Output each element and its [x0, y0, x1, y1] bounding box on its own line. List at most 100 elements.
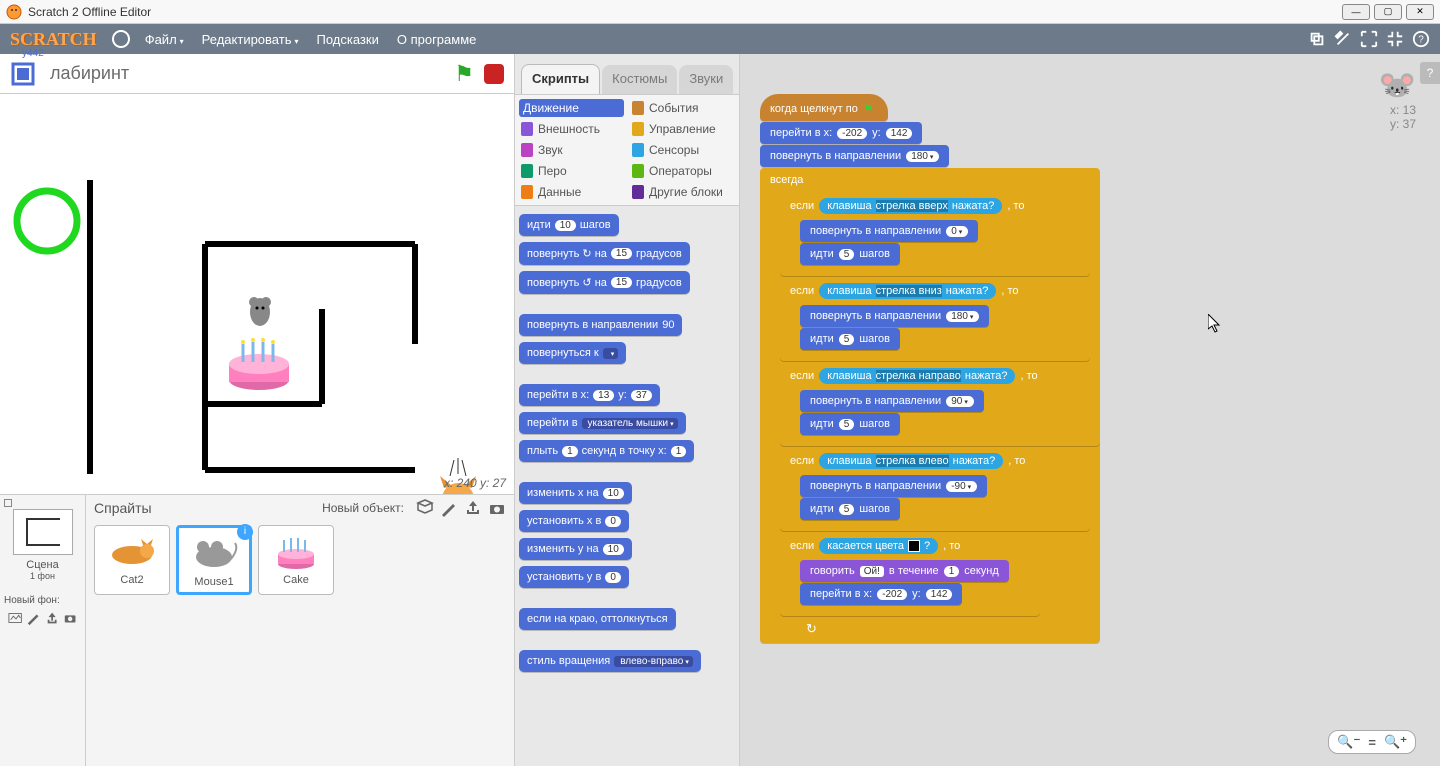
- minimize-button[interactable]: —: [1342, 4, 1370, 20]
- stage-coords: x: 240 y: 27: [444, 476, 506, 490]
- sprite-panel: Сцена 1 фон Новый фон: Спрайты Новый объ…: [0, 494, 514, 766]
- tab-costumes[interactable]: Костюмы: [602, 65, 677, 94]
- sprite-library-icon[interactable]: [416, 499, 434, 517]
- upload-backdrop-icon[interactable]: [45, 610, 59, 626]
- block-goto-xy[interactable]: перейти в x:13y:37: [519, 384, 660, 406]
- block-move-5a[interactable]: идти5шагов: [800, 243, 900, 265]
- green-flag-button[interactable]: ⚑: [454, 61, 474, 87]
- block-point-m90[interactable]: повернуть в направлении-90: [800, 475, 987, 497]
- stop-button[interactable]: [484, 64, 504, 84]
- backdrop-thumb[interactable]: [13, 509, 73, 555]
- block-turn-ccw[interactable]: повернуть ↺ на15градусов: [519, 271, 690, 294]
- c-if-up[interactable]: если клавишастрелка вверхнажата? , то по…: [780, 192, 1090, 276]
- menu-tips[interactable]: Подсказки: [317, 32, 379, 47]
- block-set-x[interactable]: установить x в0: [519, 510, 629, 532]
- block-move[interactable]: идти10шагов: [519, 214, 619, 236]
- block-change-x[interactable]: изменить x на10: [519, 482, 632, 504]
- script-area[interactable]: когда щелкнут по⚑ перейти в x:-202y:142 …: [740, 54, 1440, 766]
- category-Данные[interactable]: Данные: [519, 183, 624, 201]
- block-move-5c[interactable]: идти5шагов: [800, 413, 900, 435]
- category-Управление[interactable]: Управление: [630, 120, 735, 138]
- grow-icon[interactable]: [1360, 30, 1378, 48]
- paint-backdrop-icon[interactable]: [26, 610, 40, 626]
- category-Другие блоки[interactable]: Другие блоки: [630, 183, 735, 201]
- block-point-to[interactable]: повернуться к: [519, 342, 626, 364]
- upload-sprite-icon[interactable]: [464, 499, 482, 517]
- block-say[interactable]: говоритьОй!в течение1секунд: [800, 560, 1009, 582]
- app-icon: [6, 4, 22, 20]
- c-if-right[interactable]: если клавишастрелка направонажата? , то …: [780, 362, 1100, 446]
- category-Внешность[interactable]: Внешность: [519, 120, 624, 138]
- title-bar: Scratch 2 Offline Editor — ▢ ✕: [0, 0, 1440, 24]
- category-Перо[interactable]: Перо: [519, 162, 624, 180]
- category-Движение[interactable]: Движение: [519, 99, 624, 117]
- tab-sounds[interactable]: Звуки: [679, 65, 733, 94]
- camera-sprite-icon[interactable]: [488, 499, 506, 517]
- block-point-dir[interactable]: повернуть в направлении90: [519, 314, 682, 336]
- hat-when-flag[interactable]: когда щелкнут по⚑: [760, 94, 888, 121]
- sprite-cat2[interactable]: Cat2: [94, 525, 170, 595]
- c-forever[interactable]: всегда если клавишастрелка вверхнажата? …: [760, 168, 1100, 643]
- block-palette[interactable]: идти10шагов повернуть ↻ на15градусов пов…: [515, 206, 739, 758]
- cond-key-down[interactable]: клавишастрелка внизнажата?: [819, 283, 996, 299]
- block-rot-style[interactable]: стиль вращениявлево-вправо: [519, 650, 701, 672]
- menu-about[interactable]: О программе: [397, 32, 477, 47]
- category-Сенсоры[interactable]: Сенсоры: [630, 141, 735, 159]
- new-sprite-label: Новый объект:: [322, 501, 404, 515]
- block-goto[interactable]: перейти вуказатель мышки: [519, 412, 686, 434]
- sprite-mouse1[interactable]: iMouse1: [176, 525, 252, 595]
- paint-sprite-icon[interactable]: [440, 499, 458, 517]
- zoom-controls: 🔍⁻ = 🔍⁺: [1328, 730, 1416, 754]
- block-glide[interactable]: плыть1секунд в точку x:1: [519, 440, 694, 462]
- camera-backdrop-icon[interactable]: [63, 610, 77, 626]
- block-turn-cw[interactable]: повернуть ↻ на15градусов: [519, 242, 690, 265]
- c-if-down[interactable]: если клавишастрелка внизнажата? , то пов…: [780, 277, 1090, 361]
- language-icon[interactable]: [112, 30, 130, 48]
- category-Операторы[interactable]: Операторы: [630, 162, 735, 180]
- category-Звук[interactable]: Звук: [519, 141, 624, 159]
- block-point-0[interactable]: повернуть в направлении0: [800, 220, 978, 242]
- cond-key-right[interactable]: клавишастрелка направонажата?: [819, 368, 1015, 384]
- backdrop-library-icon[interactable]: [8, 610, 22, 626]
- block-bounce[interactable]: если на краю, оттолкнуться: [519, 608, 676, 630]
- c-if-left[interactable]: если клавишастрелка влевонажата? , то по…: [780, 447, 1090, 531]
- zoom-in-button[interactable]: 🔍⁺: [1384, 734, 1407, 750]
- tab-scripts[interactable]: Скрипты: [521, 64, 600, 94]
- sprite-info-icon[interactable]: i: [237, 524, 253, 540]
- menu-edit[interactable]: Редактировать▾: [202, 32, 299, 47]
- scratch-logo[interactable]: SCRATCH: [10, 29, 97, 50]
- maximize-button[interactable]: ▢: [1374, 4, 1402, 20]
- project-title[interactable]: лабиринт: [50, 63, 454, 84]
- stage[interactable]: x: 240 y: 27: [0, 94, 514, 494]
- zoom-out-button[interactable]: 🔍⁻: [1337, 734, 1360, 750]
- help-icon[interactable]: ?: [1412, 30, 1430, 48]
- stage-canvas: [0, 94, 514, 494]
- menu-file[interactable]: Файл▾: [145, 32, 184, 47]
- shrink-icon[interactable]: [1386, 30, 1404, 48]
- block-point-180[interactable]: повернуть в направлении180: [800, 305, 989, 327]
- c-if-touching[interactable]: если касается цвета? , то говоритьОй!в т…: [780, 532, 1040, 616]
- block-goto-xy-2[interactable]: перейти в x:-202y:142: [800, 583, 962, 605]
- cond-touching-color[interactable]: касается цвета?: [819, 538, 938, 554]
- block-change-y[interactable]: изменить y на10: [519, 538, 632, 560]
- block-move-5d[interactable]: идти5шагов: [800, 498, 900, 520]
- script-stack[interactable]: когда щелкнут по⚑ перейти в x:-202y:142 …: [760, 94, 1420, 643]
- app-title: Scratch 2 Offline Editor: [28, 5, 1342, 19]
- block-point-90[interactable]: повернуть в направлении90: [800, 390, 984, 412]
- cond-key-left[interactable]: клавишастрелка влевонажата?: [819, 453, 1003, 469]
- stage-header: y442 лабиринт ⚑: [0, 54, 514, 94]
- scene-label: Сцена: [4, 559, 81, 571]
- sprite-cake[interactable]: Cake: [258, 525, 334, 595]
- block-goto-xy-1[interactable]: перейти в x:-202y:142: [760, 122, 922, 144]
- fullscreen-icon[interactable]: [10, 61, 36, 87]
- close-button[interactable]: ✕: [1406, 4, 1434, 20]
- block-set-y[interactable]: установить y в0: [519, 566, 629, 588]
- duplicate-icon[interactable]: [1308, 30, 1326, 48]
- block-point-dir-1[interactable]: повернуть в направлении180: [760, 145, 949, 167]
- category-События[interactable]: События: [630, 99, 735, 117]
- menu-bar: SCRATCH Файл▾ Редактировать▾ Подсказки О…: [0, 24, 1440, 54]
- block-move-5b[interactable]: идти5шагов: [800, 328, 900, 350]
- cond-key-up[interactable]: клавишастрелка вверхнажата?: [819, 198, 1002, 214]
- zoom-reset-button[interactable]: =: [1368, 735, 1376, 750]
- delete-icon[interactable]: [1334, 30, 1352, 48]
